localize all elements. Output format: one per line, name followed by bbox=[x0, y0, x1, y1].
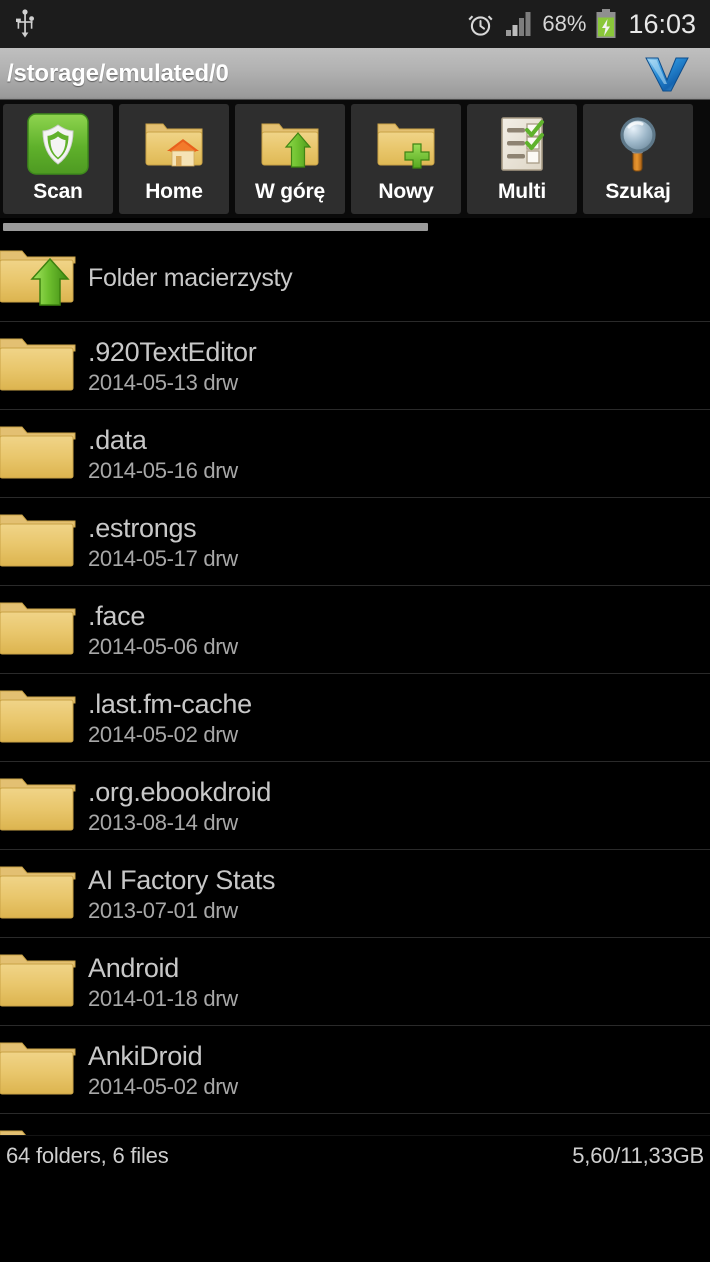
current-path-label: /storage/emulated/0 bbox=[7, 59, 229, 87]
folder-icon bbox=[0, 858, 84, 930]
list-item-name: .face bbox=[88, 600, 146, 631]
list-item-meta: 2013-07-01 drw bbox=[88, 897, 238, 923]
usb-icon bbox=[14, 9, 36, 39]
list-item-meta: 2014-05-17 drw bbox=[88, 545, 238, 571]
toolbar-button-search[interactable]: Szukaj bbox=[583, 104, 693, 214]
checklist-icon bbox=[488, 111, 556, 177]
action-toolbar[interactable]: Scan Home W górę Nowy Multi Szukaj bbox=[0, 100, 710, 218]
v-logo-icon[interactable] bbox=[642, 54, 692, 94]
list-item-text: .face 2014-05-06 drw bbox=[88, 600, 238, 660]
table-row[interactable]: .estrongs 2014-05-17 drw bbox=[0, 498, 710, 586]
folder-up-arrow-icon bbox=[256, 111, 324, 177]
list-item-name: .920TextEditor bbox=[88, 336, 257, 367]
list-item-text: .estrongs 2014-05-17 drw bbox=[88, 512, 238, 572]
file-list[interactable]: Folder macierzysty .920TextEditor 2014-0… bbox=[0, 234, 710, 1135]
folder-icon bbox=[0, 506, 84, 578]
toolbar-label-multi: Multi bbox=[498, 180, 546, 203]
toolbar-label-up: W górę bbox=[255, 180, 325, 203]
list-item-text: AnkiDroid 2014-05-02 drw bbox=[88, 1040, 238, 1100]
list-item-name: Android bbox=[88, 952, 179, 983]
table-row[interactable]: .920TextEditor 2014-05-13 drw bbox=[0, 322, 710, 410]
alarm-clock-icon bbox=[467, 10, 494, 38]
toolbar-label-home: Home bbox=[145, 180, 203, 203]
list-item-meta: 2014-05-16 drw bbox=[88, 457, 238, 483]
list-item-name: .last.fm-cache bbox=[88, 688, 252, 719]
signal-bars-icon bbox=[503, 11, 533, 37]
system-status-left bbox=[14, 9, 36, 39]
table-row[interactable]: .face 2014-05-06 drw bbox=[0, 586, 710, 674]
system-status-bar: 68% 16:03 bbox=[0, 0, 710, 48]
toolbar-button-scan[interactable]: Scan bbox=[3, 104, 113, 214]
list-item-meta: 2014-05-06 drw bbox=[88, 633, 238, 659]
list-item-text: AI Factory Stats 2013-07-01 drw bbox=[88, 864, 276, 924]
battery-percent-label: 68% bbox=[542, 11, 587, 36]
folder-plus-icon bbox=[372, 111, 440, 177]
list-item-text: .org.ebookdroid 2013-08-14 drw bbox=[88, 776, 271, 836]
list-item-parent-folder[interactable]: Folder macierzysty bbox=[0, 234, 710, 322]
storage-usage-label: 5,60/11,33GB bbox=[572, 1142, 704, 1168]
magnifier-icon bbox=[604, 111, 672, 177]
navigation-area bbox=[0, 1175, 710, 1262]
list-item-name: AI Factory Stats bbox=[88, 864, 276, 895]
toolbar-button-home[interactable]: Home bbox=[119, 104, 229, 214]
folder-icon bbox=[0, 330, 84, 402]
item-counts-label: 64 folders, 6 files bbox=[6, 1142, 169, 1168]
list-item-text: Android 2014-01-18 drw bbox=[88, 952, 238, 1012]
list-item-meta: 2014-01-18 drw bbox=[88, 985, 238, 1011]
system-status-right: 68% 16:03 bbox=[467, 9, 696, 40]
list-item-meta: 2014-05-13 drw bbox=[88, 369, 238, 395]
list-item-meta: 2014-05-02 drw bbox=[88, 721, 238, 747]
folder-icon bbox=[0, 682, 84, 754]
folder-icon bbox=[0, 594, 84, 666]
folder-icon bbox=[0, 1034, 84, 1106]
table-row[interactable]: Antek bbox=[0, 1114, 710, 1135]
file-manager-screen: 68% 16:03 /storage/emulated/0 Scan Home … bbox=[0, 0, 710, 1262]
table-row[interactable]: AI Factory Stats 2013-07-01 drw bbox=[0, 850, 710, 938]
toolbar-label-new: Nowy bbox=[378, 180, 434, 203]
table-row[interactable]: .last.fm-cache 2014-05-02 drw bbox=[0, 674, 710, 762]
folder-icon bbox=[0, 418, 84, 490]
list-item-name: .org.ebookdroid bbox=[88, 776, 272, 807]
list-item-text: .data 2014-05-16 drw bbox=[88, 424, 238, 484]
list-item-text: .920TextEditor 2014-05-13 drw bbox=[88, 336, 257, 396]
list-item-name: .estrongs bbox=[88, 512, 197, 543]
list-item-meta: 2014-05-02 drw bbox=[88, 1073, 238, 1099]
status-bar: 64 folders, 6 files 5,60/11,33GB bbox=[0, 1135, 710, 1175]
scrollbar-thumb[interactable] bbox=[3, 223, 428, 231]
list-item-text: Folder macierzysty bbox=[88, 262, 293, 294]
folder-icon bbox=[0, 946, 84, 1018]
folder-home-icon bbox=[140, 111, 208, 177]
toolbar-label-search: Szukaj bbox=[605, 180, 671, 203]
battery-charging-icon bbox=[595, 9, 617, 39]
list-item-name: Folder macierzysty bbox=[88, 263, 293, 292]
table-row[interactable]: Android 2014-01-18 drw bbox=[0, 938, 710, 1026]
toolbar-button-new[interactable]: Nowy bbox=[351, 104, 461, 214]
folder-icon bbox=[0, 770, 84, 842]
toolbar-label-scan: Scan bbox=[33, 180, 83, 203]
list-item-name: AnkiDroid bbox=[88, 1040, 203, 1071]
list-item-text: .last.fm-cache 2014-05-02 drw bbox=[88, 688, 252, 748]
folder-icon bbox=[0, 1122, 84, 1135]
list-item-name: .data bbox=[88, 424, 147, 455]
folder-up-arrow-icon bbox=[0, 242, 84, 314]
toolbar-button-multi[interactable]: Multi bbox=[467, 104, 577, 214]
list-item-meta: 2013-08-14 drw bbox=[88, 809, 238, 835]
path-bar[interactable]: /storage/emulated/0 bbox=[0, 48, 710, 100]
toolbar-horizontal-scrollbar[interactable] bbox=[0, 222, 710, 232]
toolbar-button-up[interactable]: W górę bbox=[235, 104, 345, 214]
table-row[interactable]: AnkiDroid 2014-05-02 drw bbox=[0, 1026, 710, 1114]
clock-label: 16:03 bbox=[628, 8, 696, 39]
table-row[interactable]: .data 2014-05-16 drw bbox=[0, 410, 710, 498]
table-row[interactable]: .org.ebookdroid 2013-08-14 drw bbox=[0, 762, 710, 850]
shield-scan-icon bbox=[24, 111, 92, 177]
